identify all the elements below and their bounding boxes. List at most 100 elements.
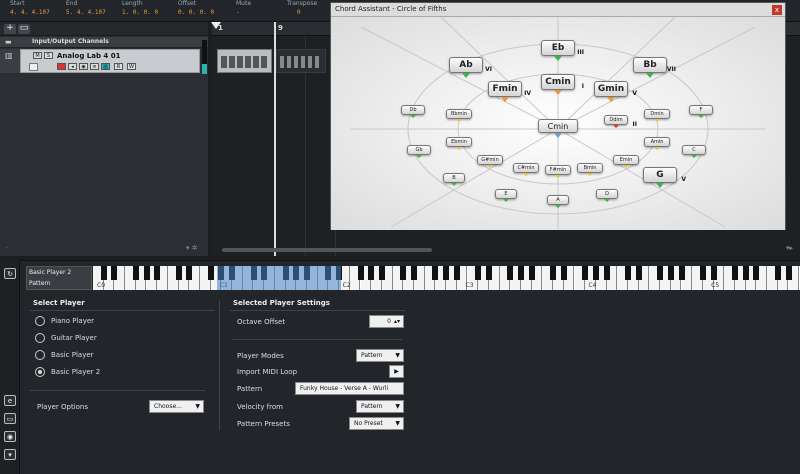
monitor-button[interactable]: ◂ [68,63,77,70]
player-modes-dropdown[interactable]: Pattern ▼ [356,349,404,362]
piano-keyboard[interactable]: C0C1C2C3C4C5 [93,266,800,290]
chord-d[interactable]: D [596,189,618,202]
black-key[interactable] [699,266,706,280]
player-options-dropdown[interactable]: Choose... ▼ [149,400,204,413]
black-key[interactable] [475,266,482,280]
black-key[interactable] [357,266,364,280]
radio-guitar-player[interactable] [35,333,45,343]
presets-dropdown[interactable]: No Preset ▼ [349,417,404,430]
chord-bbmin[interactable]: Bbmin [446,109,472,122]
black-key[interactable] [378,266,385,280]
horizontal-scrollbar[interactable] [222,248,432,252]
chord-dmin[interactable]: Dmin [644,109,670,122]
black-key[interactable] [742,266,749,280]
zoom-icon[interactable]: ▾▸ [786,244,793,252]
black-key[interactable] [411,266,417,280]
black-key[interactable] [678,266,685,280]
black-key[interactable] [785,266,792,280]
project-cursor[interactable] [274,22,276,256]
velocity-dropdown[interactable]: Pattern ▼ [356,400,404,413]
black-key[interactable] [143,266,150,280]
record-enable-button[interactable] [57,63,66,70]
track-select-box[interactable] [29,63,38,71]
black-key[interactable] [753,266,760,280]
black-key[interactable] [453,266,460,280]
black-key[interactable] [132,266,139,280]
chord-cmin-root[interactable]: Cmin I [541,74,584,95]
black-key[interactable] [667,266,674,280]
chord-b[interactable]: B [443,173,465,186]
chord-a[interactable]: A [547,195,569,208]
chord-f[interactable]: F [689,105,713,118]
pattern-field[interactable]: Funky House - Verse A - Wurli [295,382,404,395]
chord-amin[interactable]: Amin [644,137,670,150]
black-key[interactable] [175,266,182,280]
black-key[interactable] [774,266,781,280]
black-key[interactable] [732,266,738,280]
black-key[interactable] [507,266,514,280]
collapse-icon[interactable]: ▾ [4,449,16,460]
black-key[interactable] [657,266,664,280]
midi-part[interactable] [217,49,272,73]
settings-icon[interactable]: ◉ [4,431,16,442]
add-track-button[interactable]: + [4,24,16,34]
track-presets-icon[interactable]: ▭ [18,24,30,34]
chord-bb[interactable]: Bb VII [633,57,676,78]
chord-fmin[interactable]: Fmin IV [488,81,531,102]
solo-button[interactable]: S [44,52,53,59]
black-key[interactable] [625,266,631,280]
black-key[interactable] [186,266,193,280]
write-automation-button[interactable]: W [127,63,136,70]
chord-e[interactable]: E [495,189,517,202]
edit-icon[interactable]: e [4,395,16,406]
black-key[interactable] [528,266,535,280]
stepper-arrows-icon[interactable]: ▴▾ [394,316,400,327]
black-key[interactable] [432,266,439,280]
folder-track[interactable]: ▬ Input/Output Channels [0,37,208,48]
black-key[interactable] [368,266,375,280]
read-automation-button[interactable]: R [114,63,123,70]
close-button[interactable]: x [772,5,782,15]
black-key[interactable] [443,266,450,280]
comment-icon[interactable]: ▭ [4,413,16,424]
chord-gmin[interactable]: Gmin V [594,81,637,102]
chord-assistant-titlebar[interactable]: Chord Assistant - Circle of Fifths x [331,3,785,17]
octave-offset-stepper[interactable]: 0 ▴▾ [369,315,404,328]
black-key[interactable] [207,266,214,280]
lane-button[interactable]: ≡ [90,63,99,70]
black-key[interactable] [550,266,557,280]
chord-ddim[interactable]: Ddim II [604,115,637,128]
chord-csharpmin[interactable]: C#min [513,163,539,176]
import-midi-button[interactable]: ▶ [389,365,404,378]
chord-gsharpmin[interactable]: G#min [477,155,503,168]
time-base-button[interactable]: ◉ [79,63,88,70]
black-key[interactable] [154,266,161,280]
black-key[interactable] [111,266,118,280]
refresh-icon[interactable]: ↻ [4,268,16,279]
track-list-settings-icon[interactable]: ▾ ✲ [186,244,198,252]
chord-ab[interactable]: Ab VI [449,57,492,78]
radio-basic-player[interactable] [35,350,45,360]
chord-db[interactable]: Db [401,105,425,118]
radio-basic-player-2[interactable] [35,367,45,377]
black-key[interactable] [100,266,107,280]
chord-bmin[interactable]: Bmin [577,163,603,176]
chord-eb[interactable]: Eb III [541,40,584,61]
black-key[interactable] [635,266,642,280]
chord-fsharpmin[interactable]: F#min [545,165,571,178]
black-key[interactable] [592,266,599,280]
black-key[interactable] [560,266,567,280]
chord-c[interactable]: C [682,145,706,158]
mute-button[interactable]: M [33,52,42,59]
chord-gb[interactable]: Gb [407,145,431,158]
black-key[interactable] [710,266,717,280]
black-key[interactable] [603,266,610,280]
chord-ebmin[interactable]: Ebmin [446,137,472,150]
black-key[interactable] [400,266,407,280]
chord-emin[interactable]: Emin [613,155,639,168]
black-key[interactable] [485,266,492,280]
midi-part-dark[interactable] [276,49,326,73]
chord-g[interactable]: GV [643,167,686,188]
black-key[interactable] [518,266,524,280]
black-key[interactable] [582,266,589,280]
